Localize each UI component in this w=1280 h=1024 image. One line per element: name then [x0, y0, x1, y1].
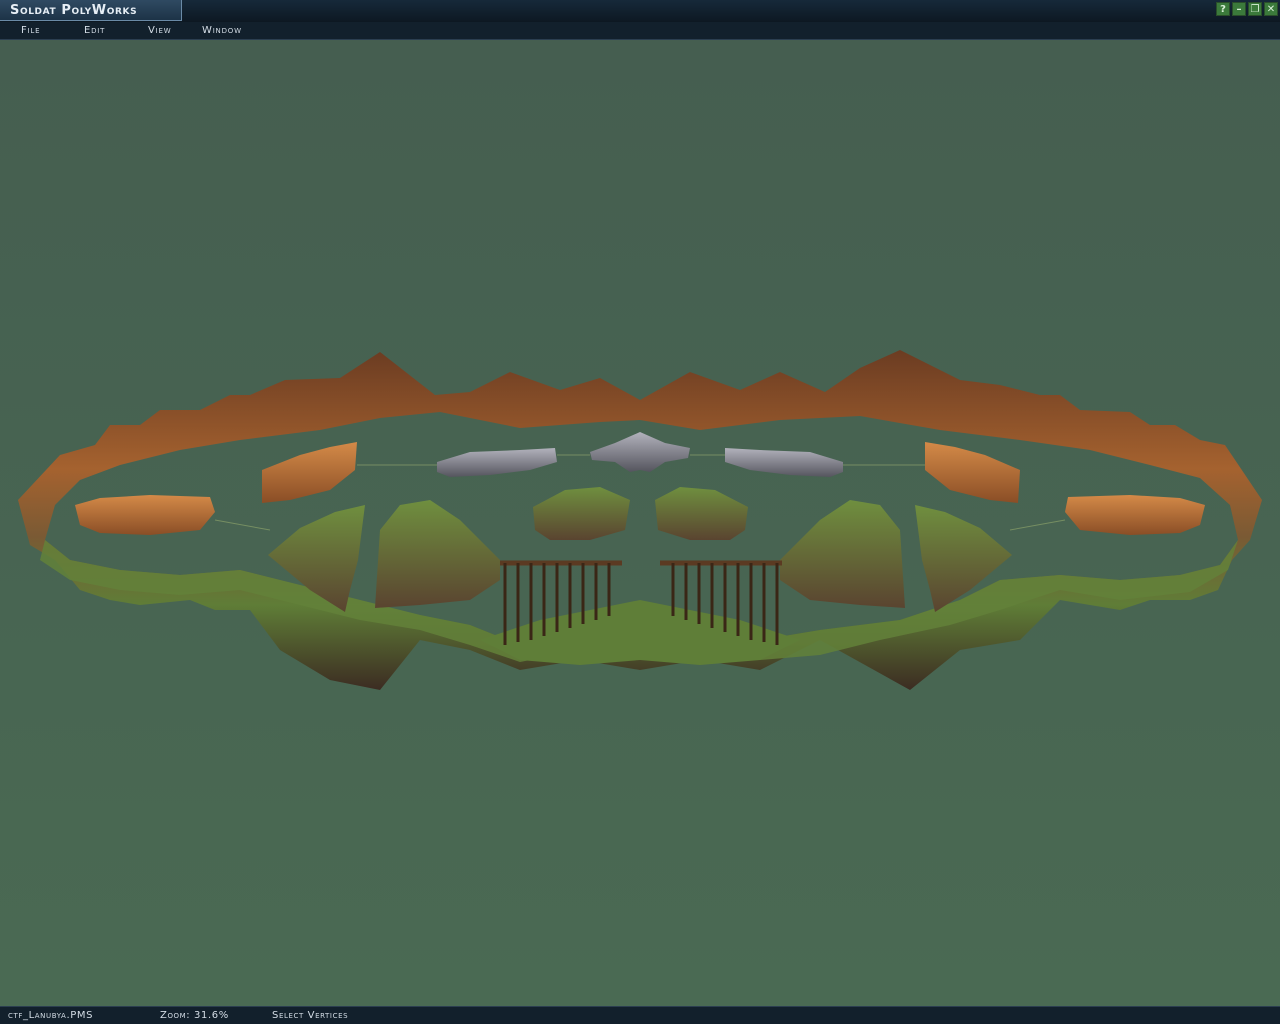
app-title: Soldat PolyWorks [10, 3, 138, 18]
app-title-tab: Soldat PolyWorks [0, 0, 182, 21]
menu-edit[interactable]: Edit [84, 25, 105, 36]
grass-block-left-2 [375, 500, 500, 608]
grass-block-right-1 [780, 500, 905, 608]
orange-platform-right [925, 442, 1020, 503]
menu-file[interactable]: File [21, 25, 40, 36]
grass-platform-center-right [655, 487, 748, 540]
map-canvas[interactable] [0, 40, 1280, 1006]
status-bar: ctf_Lanubya.PMS Zoom: 31.6% Select Verti… [0, 1006, 1280, 1024]
menu-window[interactable]: Window [202, 25, 242, 36]
title-bar: Soldat PolyWorks ? – ❐ ✕ [0, 0, 1280, 22]
status-mode: Select Vertices [272, 1010, 349, 1021]
menu-view[interactable]: View [148, 25, 171, 36]
minimize-icon[interactable]: – [1232, 2, 1246, 16]
menu-bar: File Edit View Window [0, 22, 1280, 40]
map-render [18, 350, 1262, 690]
rock-bar-center [590, 432, 690, 472]
orange-platform-right-far [1065, 495, 1205, 535]
help-icon[interactable]: ? [1216, 2, 1230, 16]
status-filename: ctf_Lanubya.PMS [8, 1010, 94, 1021]
close-icon[interactable]: ✕ [1264, 2, 1278, 16]
status-zoom: Zoom: 31.6% [160, 1010, 229, 1021]
grass-platform-center-left [533, 487, 630, 540]
restore-icon[interactable]: ❐ [1248, 2, 1262, 16]
orange-platform-left [262, 442, 357, 503]
rock-bar-left [437, 448, 557, 477]
rock-bar-right [725, 448, 843, 477]
orange-platform-left-far [75, 495, 215, 535]
